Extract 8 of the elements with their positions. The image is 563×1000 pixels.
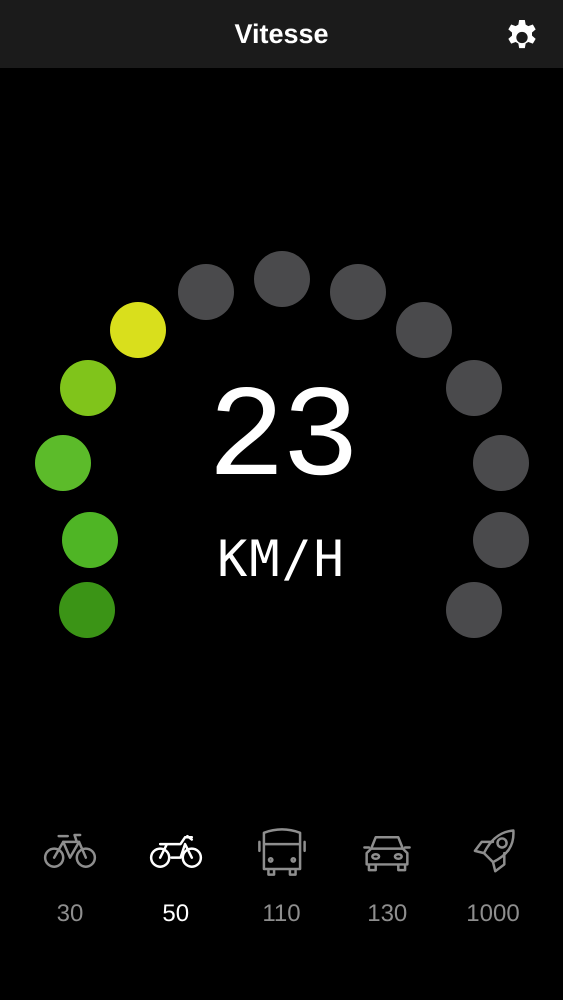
vehicle-tab[interactable]: 30 [30,826,110,928]
vehicle-tab[interactable]: 110 [242,826,322,928]
vehicle-tab[interactable]: 1000 [453,826,533,928]
vehicle-tab[interactable]: 50 [136,826,216,928]
vehicle-tab[interactable]: 130 [347,826,428,928]
speed-reading: 23 [207,386,356,496]
screen-title: Vitesse [234,18,329,51]
speed-unit: KM/H [217,536,346,582]
